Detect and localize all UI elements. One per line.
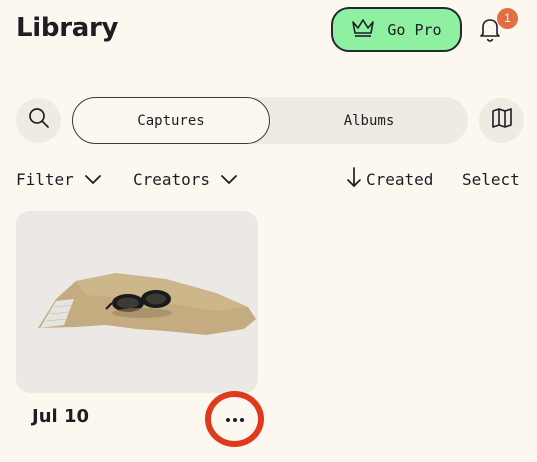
chevron-down-icon [220,170,238,189]
map-icon [490,106,514,135]
creators-dropdown[interactable]: Creators [133,167,238,191]
map-button[interactable] [479,98,524,143]
creators-label: Creators [133,169,211,189]
select-button[interactable]: Select [462,167,520,191]
chevron-down-icon [84,170,102,189]
page-title: Library [16,13,119,43]
sort-button[interactable]: Created [346,167,433,191]
capture-thumbnail[interactable] [16,211,258,393]
more-options-button[interactable] [205,391,264,447]
arrow-down-icon [346,166,362,192]
go-pro-label: Go Pro [387,20,442,39]
tab-albums[interactable]: Albums [270,97,468,144]
capture-date: Jul 10 [32,406,89,427]
filter-label: Filter [16,169,74,189]
view-segmented-control: Captures Albums [72,97,468,144]
search-button[interactable] [16,98,61,143]
library-screen: Library Go Pro 1 Captures Albums Filter … [0,0,537,462]
filter-dropdown[interactable]: Filter [16,167,102,191]
bell-icon [476,19,504,48]
notification-badge: 1 [497,8,518,29]
select-label: Select [462,169,520,189]
capture-preview-image [38,273,256,335]
crown-icon [351,17,375,42]
search-icon [27,106,51,135]
go-pro-button[interactable]: Go Pro [331,7,462,52]
more-horizontal-icon [225,410,245,428]
tab-captures[interactable]: Captures [72,97,270,144]
sort-label: Created [366,169,434,189]
